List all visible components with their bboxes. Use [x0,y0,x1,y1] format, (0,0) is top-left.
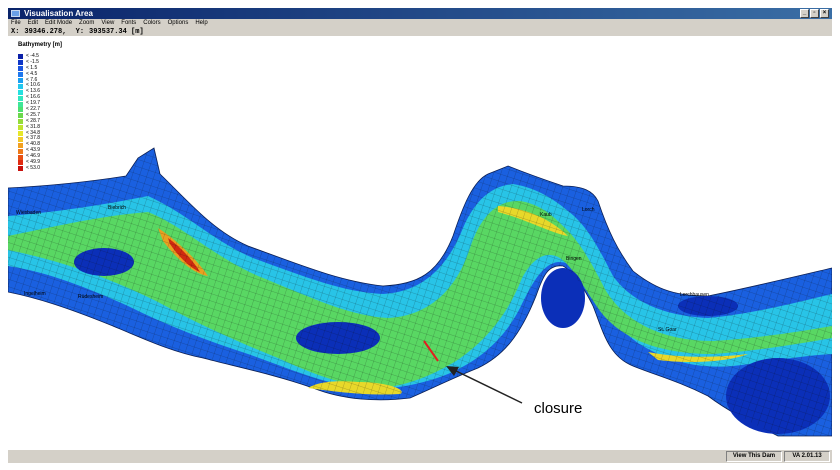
legend-swatch [18,113,23,119]
close-button[interactable]: × [820,9,829,18]
app-icon [11,10,20,17]
legend-swatch [18,154,23,160]
legend-swatch [18,148,23,154]
river-label: Biebrich [108,205,127,211]
window-title: Visualisation Area [24,9,93,18]
legend-swatch [18,131,23,137]
minimize-button[interactable]: _ [800,9,809,18]
menu-options[interactable]: Options [168,19,189,28]
river-label: Ingelheim [24,291,46,297]
legend-swatch [18,101,23,107]
legend-swatch [18,60,23,66]
river-label: St. Goar [658,327,677,333]
menu-zoom[interactable]: Zoom [79,19,94,28]
y-value: 393537.34 [m] [89,28,144,36]
menu-bar: File Edit Edit Mode Zoom View Fonts Colo… [8,19,832,28]
legend-swatch [18,89,23,95]
menu-edit-mode[interactable]: Edit Mode [45,19,72,28]
legend-swatch [18,72,23,78]
legend: < -4.5 < -1.5 < 1.5 < 4.5 < 7.6 < 10.6 < 13.6 <… [18,53,41,172]
legend-swatch [18,95,23,101]
map-canvas[interactable] [8,36,832,448]
river-label: Wiesbaden [16,210,42,216]
legend-swatch [18,125,23,131]
legend-swatch [18,166,23,172]
x-label: X: [11,28,20,36]
legend-swatch [18,119,23,125]
river-label: Bingen [566,256,582,262]
y-label: Y: [75,28,85,36]
menu-colors[interactable]: Colors [143,19,160,28]
status-bar: View This Dam VA 2.01.13 [8,450,832,463]
legend-swatch [18,54,23,60]
legend-title: Bathymetry [m] [18,42,63,48]
legend-swatch [18,83,23,89]
status-version: VA 2.01.13 [784,451,830,462]
menu-file[interactable]: File [11,19,21,28]
closure-label: closure [534,400,583,417]
status-view[interactable]: View This Dam [726,451,782,462]
river-label: Rüdesheim [78,294,104,300]
legend-swatch [18,136,23,142]
legend-swatch [18,107,23,113]
menu-edit[interactable]: Edit [28,19,38,28]
river-label: Kaub [540,212,552,218]
legend-swatch [18,160,23,166]
window-titlebar: Visualisation Area _ ▫ × [8,8,832,19]
coordinate-readout: X: 39346.278, Y: 393537.34 [m] [8,28,832,36]
x-value: 39346.278, [24,28,67,36]
legend-swatch [18,78,23,83]
legend-label: < 53.0 [26,164,41,171]
legend-swatch [18,142,23,148]
maximize-button[interactable]: ▫ [810,9,819,18]
legend-swatch [18,66,23,72]
legend-item: < 53.0 [18,164,41,172]
river-mesh-view[interactable] [8,36,832,448]
river-label: Lorchhausen [680,292,709,298]
menu-fonts[interactable]: Fonts [121,19,136,28]
river-label: Lorch [582,207,595,213]
menu-view[interactable]: View [101,19,114,28]
menu-help[interactable]: Help [195,19,207,28]
